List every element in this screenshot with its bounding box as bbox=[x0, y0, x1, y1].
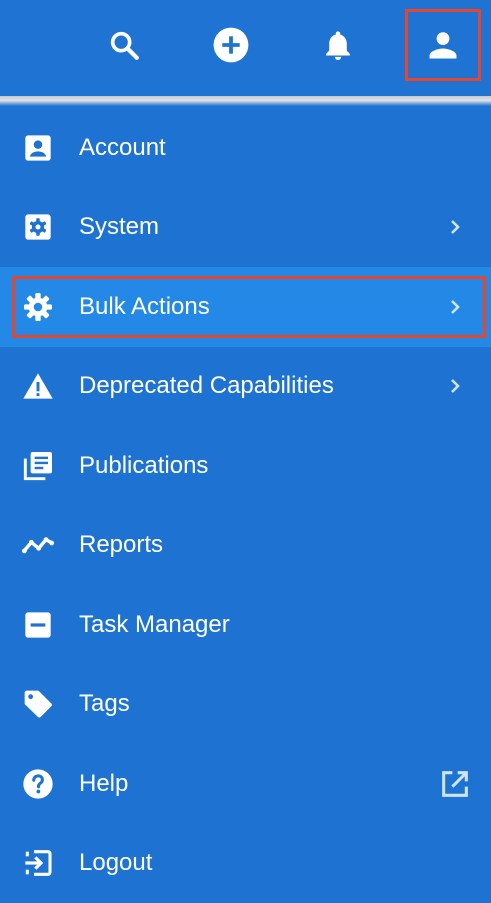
menu-item-label: Help bbox=[79, 770, 128, 798]
menu-item-label: Task Manager bbox=[79, 611, 230, 639]
menu-item-publications[interactable]: Publications bbox=[0, 426, 491, 506]
user-menu-button[interactable] bbox=[405, 9, 481, 81]
menu-item-label: Publications bbox=[79, 452, 208, 480]
top-toolbar bbox=[0, 0, 491, 96]
settings-box-icon bbox=[22, 211, 54, 243]
menu-item-account[interactable]: Account bbox=[0, 108, 491, 188]
account-box-icon bbox=[22, 132, 54, 164]
bell-icon bbox=[321, 28, 355, 62]
toolbar-divider bbox=[0, 96, 491, 106]
menu-item-deprecated-capabilities[interactable]: Deprecated Capabilities bbox=[0, 347, 491, 427]
help-circle-icon bbox=[22, 768, 54, 800]
menu-item-label: Reports bbox=[79, 531, 163, 559]
plus-circle-icon bbox=[212, 26, 250, 64]
menu-item-reports[interactable]: Reports bbox=[0, 506, 491, 586]
menu-item-system[interactable]: System bbox=[0, 188, 491, 268]
tag-icon bbox=[22, 688, 54, 720]
logout-icon bbox=[22, 847, 54, 879]
side-menu: Account System bbox=[0, 108, 491, 903]
menu-item-label: System bbox=[79, 213, 159, 241]
search-icon bbox=[107, 28, 141, 62]
add-button[interactable] bbox=[203, 0, 259, 90]
chevron-right-icon bbox=[439, 291, 471, 323]
search-button[interactable] bbox=[96, 0, 152, 90]
menu-item-label: Logout bbox=[79, 849, 152, 877]
menu-item-label: Account bbox=[79, 134, 166, 162]
gear-icon bbox=[22, 291, 54, 323]
menu-item-task-manager[interactable]: Task Manager bbox=[0, 585, 491, 665]
user-icon bbox=[426, 28, 460, 62]
menu-item-tags[interactable]: Tags bbox=[0, 665, 491, 745]
external-link-icon bbox=[439, 768, 471, 800]
chevron-right-icon bbox=[439, 370, 471, 402]
library-books-icon bbox=[22, 450, 54, 482]
menu-item-bulk-actions[interactable]: Bulk Actions bbox=[0, 267, 491, 347]
menu-item-label: Tags bbox=[79, 690, 130, 718]
trending-line-icon bbox=[22, 529, 54, 561]
minus-box-icon bbox=[22, 609, 54, 641]
menu-item-logout[interactable]: Logout bbox=[0, 824, 491, 903]
menu-item-label: Bulk Actions bbox=[79, 293, 210, 321]
warning-icon bbox=[22, 370, 54, 402]
menu-item-label: Deprecated Capabilities bbox=[79, 372, 334, 400]
menu-item-help[interactable]: Help bbox=[0, 744, 491, 824]
notifications-button[interactable] bbox=[310, 0, 366, 90]
chevron-right-icon bbox=[439, 211, 471, 243]
